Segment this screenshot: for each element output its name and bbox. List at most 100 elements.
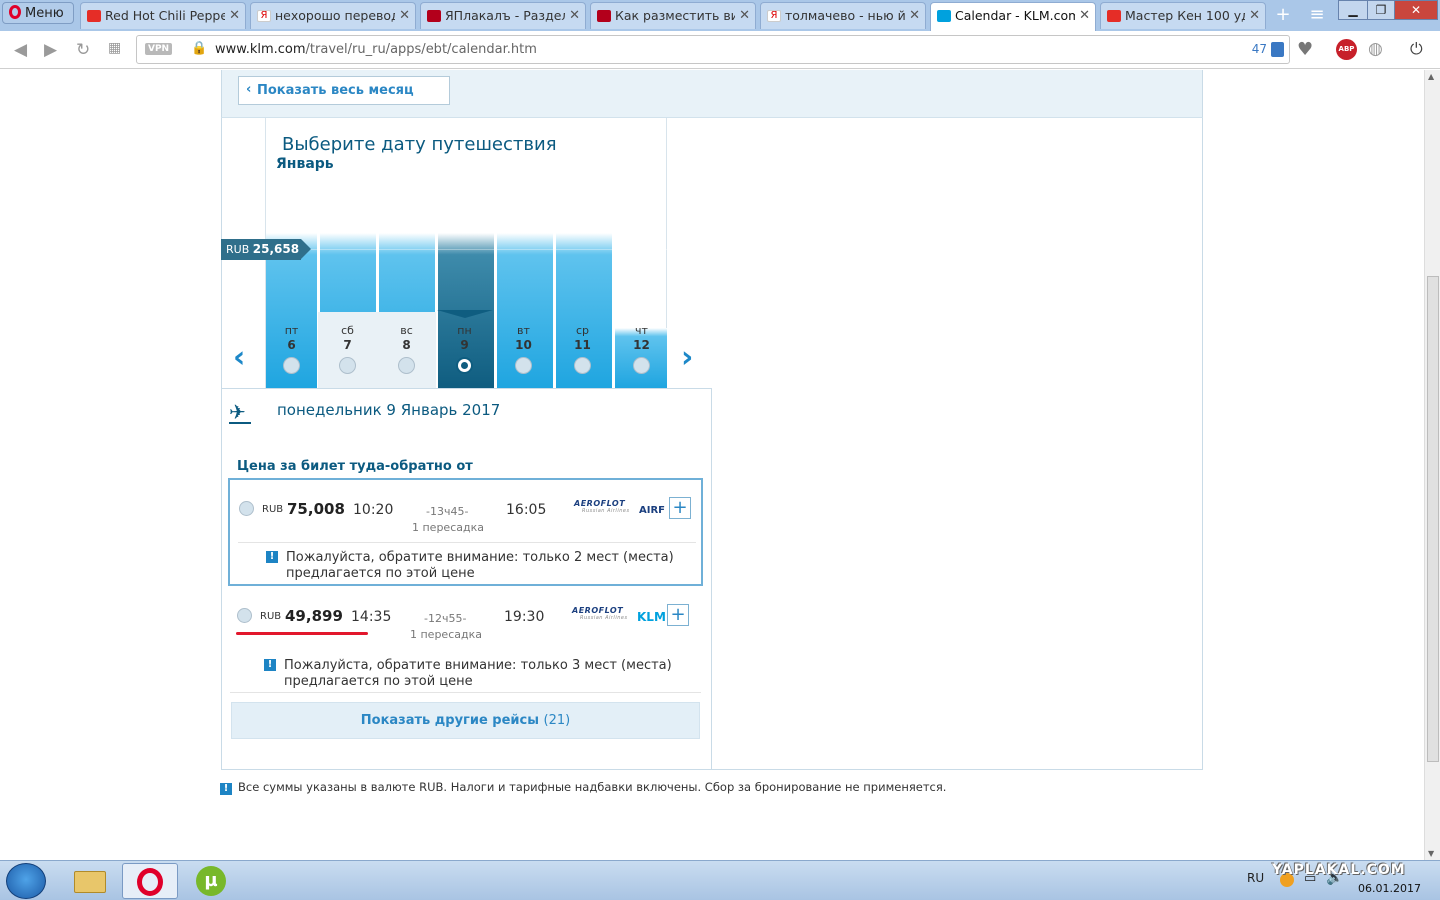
shield-icon[interactable] — [1271, 42, 1284, 57]
flight-duration: -12ч55- — [424, 612, 467, 625]
url-text[interactable]: www.klm.com/travel/ru_ru/apps/ebt/calend… — [215, 42, 537, 57]
tab-label: толмачево - нью йор — [785, 8, 905, 23]
file-explorer-taskbar-icon[interactable] — [62, 863, 118, 899]
flight-stops: 1 пересадка — [412, 521, 484, 534]
close-icon[interactable]: ✕ — [569, 8, 580, 23]
flight-currency: RUB — [260, 611, 282, 622]
yaplakal-favicon-icon — [597, 10, 611, 22]
more-flights-label: Показать другие рейсы — [360, 713, 539, 728]
expand-flight-plus-icon[interactable]: + — [667, 604, 689, 626]
date-label: 8 — [402, 338, 411, 352]
new-tab-plus-icon[interactable]: + — [1270, 4, 1296, 26]
weekday-label: сб — [341, 324, 354, 337]
scroll-up-arrow-icon[interactable]: ▲ — [1428, 72, 1434, 81]
close-icon[interactable]: ✕ — [229, 8, 240, 23]
show-full-month-button[interactable]: ‹ Показать весь месяц — [238, 76, 450, 105]
day-cell-8[interactable]: вс 8 — [377, 312, 436, 388]
windows-taskbar: µ RU ▭ 🔈 06.01.2017 — [0, 860, 1440, 900]
day-radio[interactable] — [574, 357, 591, 374]
expand-flight-plus-icon[interactable]: + — [669, 497, 691, 519]
adblock-counter[interactable]: 47 — [1252, 42, 1267, 56]
close-icon[interactable]: ✕ — [1079, 8, 1090, 23]
day-radio[interactable] — [283, 357, 300, 374]
tab-master-ken[interactable]: Мастер Кен 100 удар ✕ — [1100, 2, 1266, 29]
yaplakal-favicon-icon — [427, 10, 441, 22]
url-host: www.klm.com — [215, 42, 306, 57]
day-radio[interactable] — [633, 357, 650, 374]
day-radio[interactable] — [339, 357, 356, 374]
language-indicator[interactable]: RU — [1247, 871, 1264, 885]
warning-icon: ! — [264, 659, 276, 671]
day-cell-7[interactable]: сб 7 — [318, 312, 377, 388]
tab-klm-calendar[interactable]: Calendar - KLM.com ✕ — [930, 2, 1096, 31]
flight-stops: 1 пересадка — [410, 628, 482, 641]
flight-radio[interactable] — [239, 501, 254, 516]
tab-video-post[interactable]: Как разместить виде ✕ — [590, 2, 756, 29]
previous-days-chevron-icon[interactable]: ‹ — [233, 340, 245, 375]
heart-icon[interactable]: ♥ — [1297, 39, 1313, 60]
windows-start-button[interactable] — [6, 863, 46, 899]
opera-taskbar-icon[interactable] — [122, 863, 178, 899]
power-icon[interactable]: ⏻ — [1410, 39, 1423, 59]
next-days-chevron-icon[interactable]: › — [681, 340, 693, 375]
tab-tolmachevo[interactable]: Я толмачево - нью йор ✕ — [760, 2, 926, 29]
tab-yaplakal-sections[interactable]: ЯПлакалъ - Разделы ✕ — [420, 2, 586, 29]
address-field[interactable]: VPN 🔒 www.klm.com/travel/ru_ru/apps/ebt/… — [136, 35, 1290, 64]
day-cell-12[interactable]: чт 12 — [612, 312, 671, 388]
day-radio[interactable] — [515, 357, 532, 374]
adblock-plus-icon[interactable]: ABP — [1336, 39, 1357, 60]
clock-date[interactable]: 06.01.2017 — [1358, 882, 1421, 895]
opera-menu-button[interactable]: Меню — [2, 2, 74, 24]
tab-label: Red Hot Chili Peppers — [105, 8, 225, 23]
lock-icon: 🔒 — [191, 41, 208, 56]
reload-icon[interactable]: ↻ — [76, 40, 90, 60]
close-icon[interactable]: ✕ — [399, 8, 410, 23]
tab-label: Calendar - KLM.com — [955, 8, 1075, 23]
month-label: Январь — [276, 156, 334, 172]
arrival-time: 16:05 — [506, 502, 547, 518]
day-cell-11[interactable]: ср 11 — [553, 312, 612, 388]
weekday-label: вт — [517, 324, 530, 337]
day-cell-10[interactable]: вт 10 — [494, 312, 553, 388]
url-path: /travel/ru_ru/apps/ebt/calendar.htm — [305, 42, 537, 57]
close-icon[interactable]: ✕ — [739, 8, 750, 23]
opera-logo-icon — [137, 868, 163, 896]
restore-button[interactable]: ❐ — [1367, 0, 1395, 20]
opera-logo-icon — [9, 5, 21, 19]
scrollbar-thumb[interactable] — [1427, 276, 1439, 762]
forward-arrow-icon[interactable]: ▶ — [44, 40, 57, 60]
flight-option-1[interactable]: RUB 75,008 10:20 -13ч45- 1 пересадка 16:… — [228, 478, 703, 586]
scroll-down-arrow-icon[interactable]: ▼ — [1428, 849, 1434, 858]
tab-menu-icon[interactable]: ≡ — [1304, 4, 1330, 26]
weekday-label: пн — [457, 324, 472, 337]
vertical-scrollbar[interactable]: ▲ ▼ — [1424, 70, 1440, 860]
selected-date-heading: понедельник 9 Январь 2017 — [277, 401, 501, 419]
day-cell-9[interactable]: пн 9 — [435, 312, 494, 388]
youtube-favicon-icon — [1107, 10, 1121, 22]
vpn-badge[interactable]: VPN — [145, 43, 173, 55]
show-more-flights-button[interactable]: Показать другие рейсы (21) — [231, 702, 700, 739]
utorrent-taskbar-icon[interactable]: µ — [184, 863, 240, 899]
close-window-button[interactable]: ✕ — [1394, 0, 1438, 20]
minimize-button[interactable]: ▁ — [1338, 0, 1368, 20]
speed-dial-grid-icon[interactable]: ▦ — [108, 40, 121, 56]
tab-red-hot-chili-peppers[interactable]: Red Hot Chili Peppers ✕ — [80, 2, 246, 29]
date-label: 6 — [287, 338, 296, 352]
globe-icon[interactable]: ◍ — [1368, 39, 1383, 59]
seat-warning-text: Пожалуйста, обратите внимание: только 3 … — [284, 658, 672, 689]
close-icon[interactable]: ✕ — [1249, 8, 1260, 23]
flight-radio[interactable] — [237, 608, 252, 623]
day-radio[interactable] — [398, 357, 415, 374]
close-icon[interactable]: ✕ — [909, 8, 920, 23]
youtube-favicon-icon — [87, 10, 101, 22]
red-underline-annotation — [236, 632, 368, 635]
day-cell-6[interactable]: пт 6 — [266, 312, 317, 388]
menu-label: Меню — [25, 6, 64, 21]
yandex-favicon-icon: Я — [767, 10, 781, 22]
back-arrow-icon[interactable]: ◀ — [14, 40, 27, 60]
tab-translation[interactable]: Я нехорошо перевод н ✕ — [250, 2, 416, 29]
watermark: YAPLAKAL.COM — [1272, 862, 1406, 878]
flight-option-2[interactable]: RUB 49,899 14:35 -12ч55- 1 пересадка 19:… — [228, 588, 703, 693]
day-radio-selected[interactable] — [456, 357, 473, 374]
calendar-title: Выберите дату путешествия — [282, 134, 557, 155]
